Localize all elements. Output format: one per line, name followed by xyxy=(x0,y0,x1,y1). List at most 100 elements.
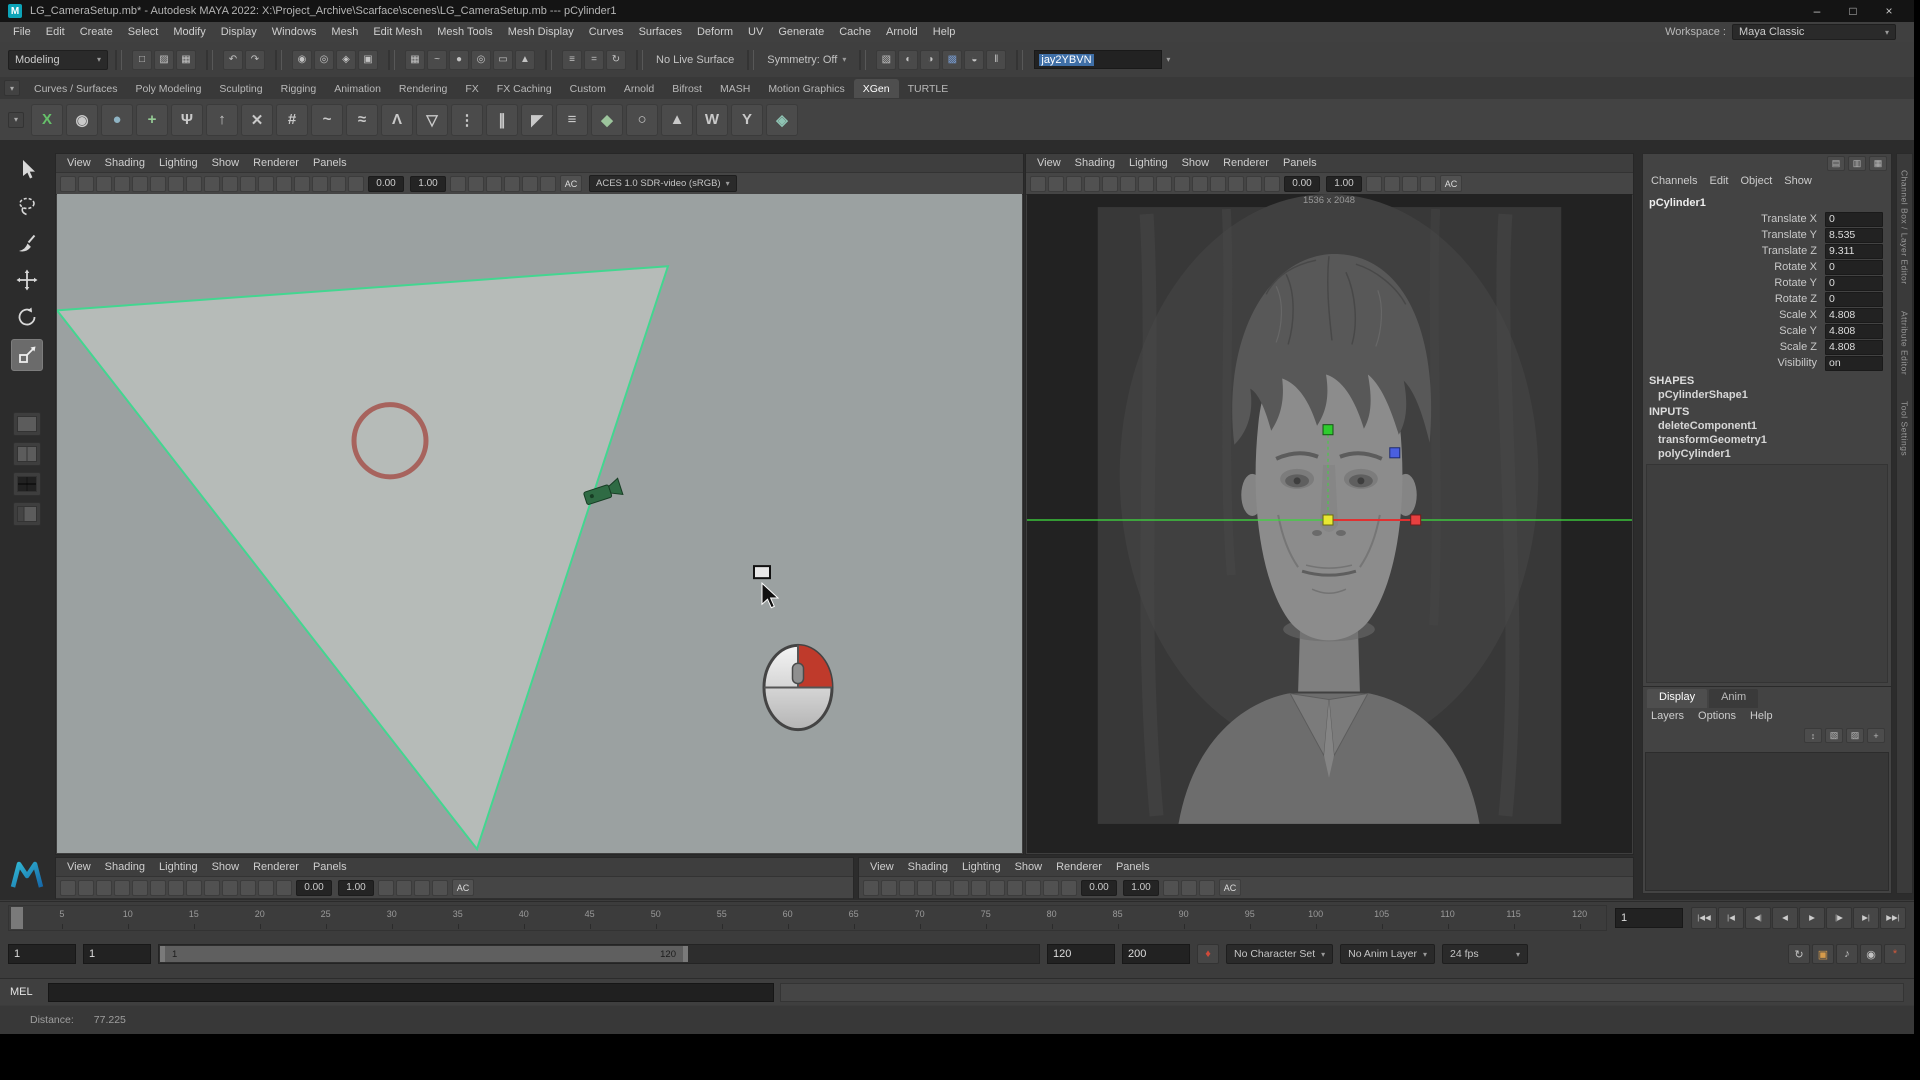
range-slider-active[interactable]: 1 120 xyxy=(160,946,688,962)
auto-keyframe-toggle-icon[interactable]: ▣ xyxy=(1812,944,1834,964)
current-frame-field[interactable]: 1 xyxy=(1615,908,1683,928)
fps-dropdown[interactable]: 24 fps ▾ xyxy=(1442,944,1528,964)
viewport-toolbar-icon[interactable] xyxy=(396,880,412,896)
panel-menu-shading[interactable]: Shading xyxy=(98,156,152,170)
xgen-utilities-icon[interactable]: ≡ xyxy=(556,104,588,136)
set-key-icon[interactable]: ♦ xyxy=(1197,944,1219,964)
xgen-interactive-groom-icon[interactable]: ◈ xyxy=(766,104,798,136)
shelf-tab-sculpting[interactable]: Sculpting xyxy=(210,79,271,98)
panel-menu-panels[interactable]: Panels xyxy=(306,156,354,170)
colorspace-dropdown[interactable]: ACES 1.0 SDR-video (sRGB)▾ xyxy=(589,175,737,192)
viewport-toolbar-icon[interactable] xyxy=(240,880,256,896)
mel-input[interactable] xyxy=(48,983,774,1002)
viewport-toolbar-icon[interactable] xyxy=(1199,880,1215,896)
exposure-field[interactable]: 0.00 xyxy=(368,176,404,192)
input-node-polycylinder1[interactable]: polyCylinder1 xyxy=(1643,447,1891,461)
viewport-toolbar-icon[interactable] xyxy=(60,176,76,192)
no-live-surface-button[interactable]: No Live Surface xyxy=(650,54,740,66)
go-to-end-button[interactable]: ▶▶| xyxy=(1880,907,1906,929)
gamma-field[interactable]: 1.00 xyxy=(338,880,374,896)
channel-label[interactable]: Translate Z xyxy=(1643,245,1825,257)
xgen-create-description-icon[interactable]: + xyxy=(136,104,168,136)
viewport-toolbar-icon[interactable] xyxy=(276,176,292,192)
menu-curves[interactable]: Curves xyxy=(582,24,631,40)
xgen-export-icon[interactable]: ▲ xyxy=(661,104,693,136)
channel-label[interactable]: Scale Z xyxy=(1643,341,1825,353)
channel-label[interactable]: Scale Y xyxy=(1643,325,1825,337)
menu-file[interactable]: File xyxy=(6,24,38,40)
cached-playback-icon[interactable]: ◉ xyxy=(1860,944,1882,964)
viewport-toolbar-icon[interactable] xyxy=(78,176,94,192)
channel-label[interactable]: Rotate Y xyxy=(1643,277,1825,289)
shelf-tab-motion-graphics[interactable]: Motion Graphics xyxy=(759,79,853,98)
xgen-density-brush-icon[interactable]: # xyxy=(276,104,308,136)
snap-to-curve-icon[interactable]: ~ xyxy=(427,50,447,70)
viewport-toolbar-icon[interactable] xyxy=(468,176,484,192)
viewport-toolbar-icon[interactable] xyxy=(96,880,112,896)
viewport-toolbar-icon[interactable] xyxy=(222,880,238,896)
panel-menu-view[interactable]: View xyxy=(863,860,901,874)
menu-display[interactable]: Display xyxy=(214,24,264,40)
snap-to-grid-icon[interactable]: ▦ xyxy=(405,50,425,70)
panel-menu-panels[interactable]: Panels xyxy=(1109,860,1157,874)
panel-menu-renderer[interactable]: Renderer xyxy=(246,156,306,170)
xgen-guides-icon[interactable]: ∥ xyxy=(486,104,518,136)
playback-start-field[interactable]: 1 xyxy=(83,944,151,964)
input-node-transformgeometry1[interactable]: transformGeometry1 xyxy=(1643,433,1891,447)
viewport-toolbar-icon[interactable] xyxy=(935,880,951,896)
layout-outliner-pane-button[interactable] xyxy=(13,502,41,526)
channel-box-menu-channels[interactable]: Channels xyxy=(1651,175,1697,193)
xgen-width-brush-icon[interactable]: W xyxy=(696,104,728,136)
new-empty-layer-icon[interactable]: ▧ xyxy=(1825,728,1843,743)
ac-button[interactable]: AC xyxy=(1219,879,1241,896)
channel-box-menu-edit[interactable]: Edit xyxy=(1709,175,1728,193)
xgen-region-brush-icon[interactable]: ◤ xyxy=(521,104,553,136)
menu-set-dropdown[interactable]: Modeling ▾ xyxy=(8,50,108,70)
viewport-toolbar-icon[interactable] xyxy=(60,880,76,896)
channel-label[interactable]: Rotate Z xyxy=(1643,293,1825,305)
channel-value-field[interactable]: 4.808 xyxy=(1825,324,1883,339)
panel-menu-lighting[interactable]: Lighting xyxy=(1122,156,1175,170)
layer-list[interactable] xyxy=(1645,752,1889,891)
viewport-toolbar-icon[interactable] xyxy=(917,880,933,896)
menu-arnold[interactable]: Arnold xyxy=(879,24,925,40)
render-viewport-content[interactable]: 1536 x 2048 xyxy=(1027,194,1632,853)
menu-uv[interactable]: UV xyxy=(741,24,770,40)
animation-end-field[interactable]: 200 xyxy=(1122,944,1190,964)
viewport-toolbar-icon[interactable] xyxy=(132,880,148,896)
viewport-toolbar-icon[interactable] xyxy=(989,880,1005,896)
current-frame-marker[interactable] xyxy=(11,907,23,929)
panel-menu-panels[interactable]: Panels xyxy=(306,860,354,874)
viewport-toolbar-icon[interactable] xyxy=(168,880,184,896)
gamma-field[interactable]: 1.00 xyxy=(410,176,446,192)
viewport-toolbar-icon[interactable] xyxy=(1228,176,1244,192)
xgen-convert-icon[interactable]: ◆ xyxy=(591,104,623,136)
viewport-toolbar-icon[interactable] xyxy=(150,880,166,896)
step-back-frame-button[interactable]: |◀ xyxy=(1718,907,1744,929)
viewport-toolbar-icon[interactable] xyxy=(114,880,130,896)
viewport-toolbar-icon[interactable] xyxy=(150,176,166,192)
viewport-toolbar-icon[interactable] xyxy=(971,880,987,896)
panel-menu-panels[interactable]: Panels xyxy=(1276,156,1324,170)
lasso-tool-button[interactable] xyxy=(12,191,42,221)
make-live-icon[interactable]: ▲ xyxy=(515,50,535,70)
play-forwards-button[interactable]: ▶ xyxy=(1799,907,1825,929)
shelf-tab-curves-surfaces[interactable]: Curves / Surfaces xyxy=(25,79,126,98)
viewport-toolbar-icon[interactable] xyxy=(1192,176,1208,192)
shelf-tab-xgen[interactable]: XGen xyxy=(854,79,899,98)
viewport-toolbar-icon[interactable] xyxy=(132,176,148,192)
playback-loop-icon[interactable]: ↻ xyxy=(1788,944,1810,964)
viewport-toolbar-icon[interactable] xyxy=(504,176,520,192)
viewport-toolbar-icon[interactable] xyxy=(294,176,310,192)
panel-menu-lighting[interactable]: Lighting xyxy=(152,156,205,170)
viewport-toolbar-icon[interactable] xyxy=(863,880,879,896)
xgen-place-guides-icon[interactable]: ⋮ xyxy=(451,104,483,136)
xgen-freeze-brush-icon[interactable]: Y xyxy=(731,104,763,136)
shelf-menu-icon[interactable]: ▾ xyxy=(4,80,20,96)
channel-value-field[interactable]: 0 xyxy=(1825,212,1883,227)
select-tool-button[interactable] xyxy=(12,154,42,184)
panel-menu-shading[interactable]: Shading xyxy=(1068,156,1122,170)
layer-tab-display[interactable]: Display xyxy=(1647,689,1707,708)
viewport-toolbar-icon[interactable] xyxy=(1043,880,1059,896)
viewport-toolbar-icon[interactable] xyxy=(899,880,915,896)
